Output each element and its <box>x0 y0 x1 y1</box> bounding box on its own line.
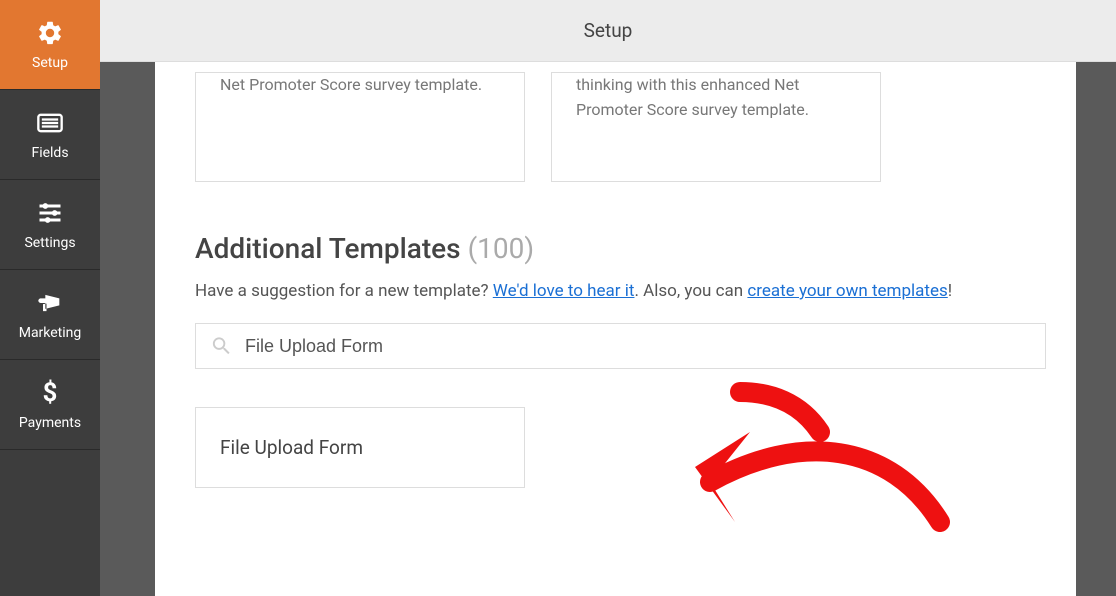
template-card-text: thinking with this enhanced Net Promoter… <box>576 75 809 119</box>
create-templates-link[interactable]: create your own templates <box>747 281 947 301</box>
template-card[interactable]: Net Promoter Score survey template. <box>195 72 525 182</box>
topbar: Setup <box>100 0 1116 62</box>
suggest-line: Have a suggestion for a new template? We… <box>195 281 1046 301</box>
sidebar-item-label: Fields <box>31 145 68 161</box>
content: Net Promoter Score survey template. thin… <box>155 62 1076 596</box>
content-wrap: Net Promoter Score survey template. thin… <box>100 62 1116 596</box>
section-title-text: Additional Templates <box>195 232 461 265</box>
template-result-label: File Upload Form <box>220 436 363 459</box>
gear-icon <box>36 19 64 47</box>
svg-text:$: $ <box>43 379 58 407</box>
sidebar-item-settings[interactable]: Settings <box>0 180 100 270</box>
sidebar-item-label: Payments <box>19 415 81 431</box>
sidebar-item-payments[interactable]: $ Payments <box>0 360 100 450</box>
sidebar-item-label: Setup <box>32 55 68 71</box>
sidebar: Setup Fields Settings Marketing $ Paymen… <box>0 0 100 596</box>
section-count: (100) <box>468 232 535 265</box>
dollar-icon: $ <box>39 379 61 407</box>
section-title: Additional Templates (100) <box>195 232 1046 265</box>
sidebar-item-label: Settings <box>24 235 75 251</box>
sliders-icon <box>36 199 64 227</box>
annotation-arrow-icon <box>680 372 980 592</box>
suggest-prefix: Have a suggestion for a new template? <box>195 281 493 301</box>
template-cards-row: Net Promoter Score survey template. thin… <box>195 72 1046 182</box>
search-icon <box>210 334 233 358</box>
page-title: Setup <box>584 19 633 42</box>
suggest-link[interactable]: We'd love to hear it <box>493 281 635 301</box>
template-result-card[interactable]: File Upload Form <box>195 407 525 488</box>
template-card[interactable]: thinking with this enhanced Net Promoter… <box>551 72 881 182</box>
suggest-mid: . Also, you can <box>634 281 747 301</box>
search-input[interactable] <box>245 336 1031 357</box>
sidebar-item-setup[interactable]: Setup <box>0 0 100 90</box>
suggest-suffix: ! <box>948 281 952 301</box>
search-box <box>195 323 1046 369</box>
sidebar-item-label: Marketing <box>19 325 82 341</box>
template-card-text: Net Promoter Score survey template. <box>220 75 482 94</box>
list-icon <box>36 109 64 137</box>
sidebar-item-fields[interactable]: Fields <box>0 90 100 180</box>
sidebar-item-marketing[interactable]: Marketing <box>0 270 100 360</box>
bullhorn-icon <box>36 289 64 317</box>
